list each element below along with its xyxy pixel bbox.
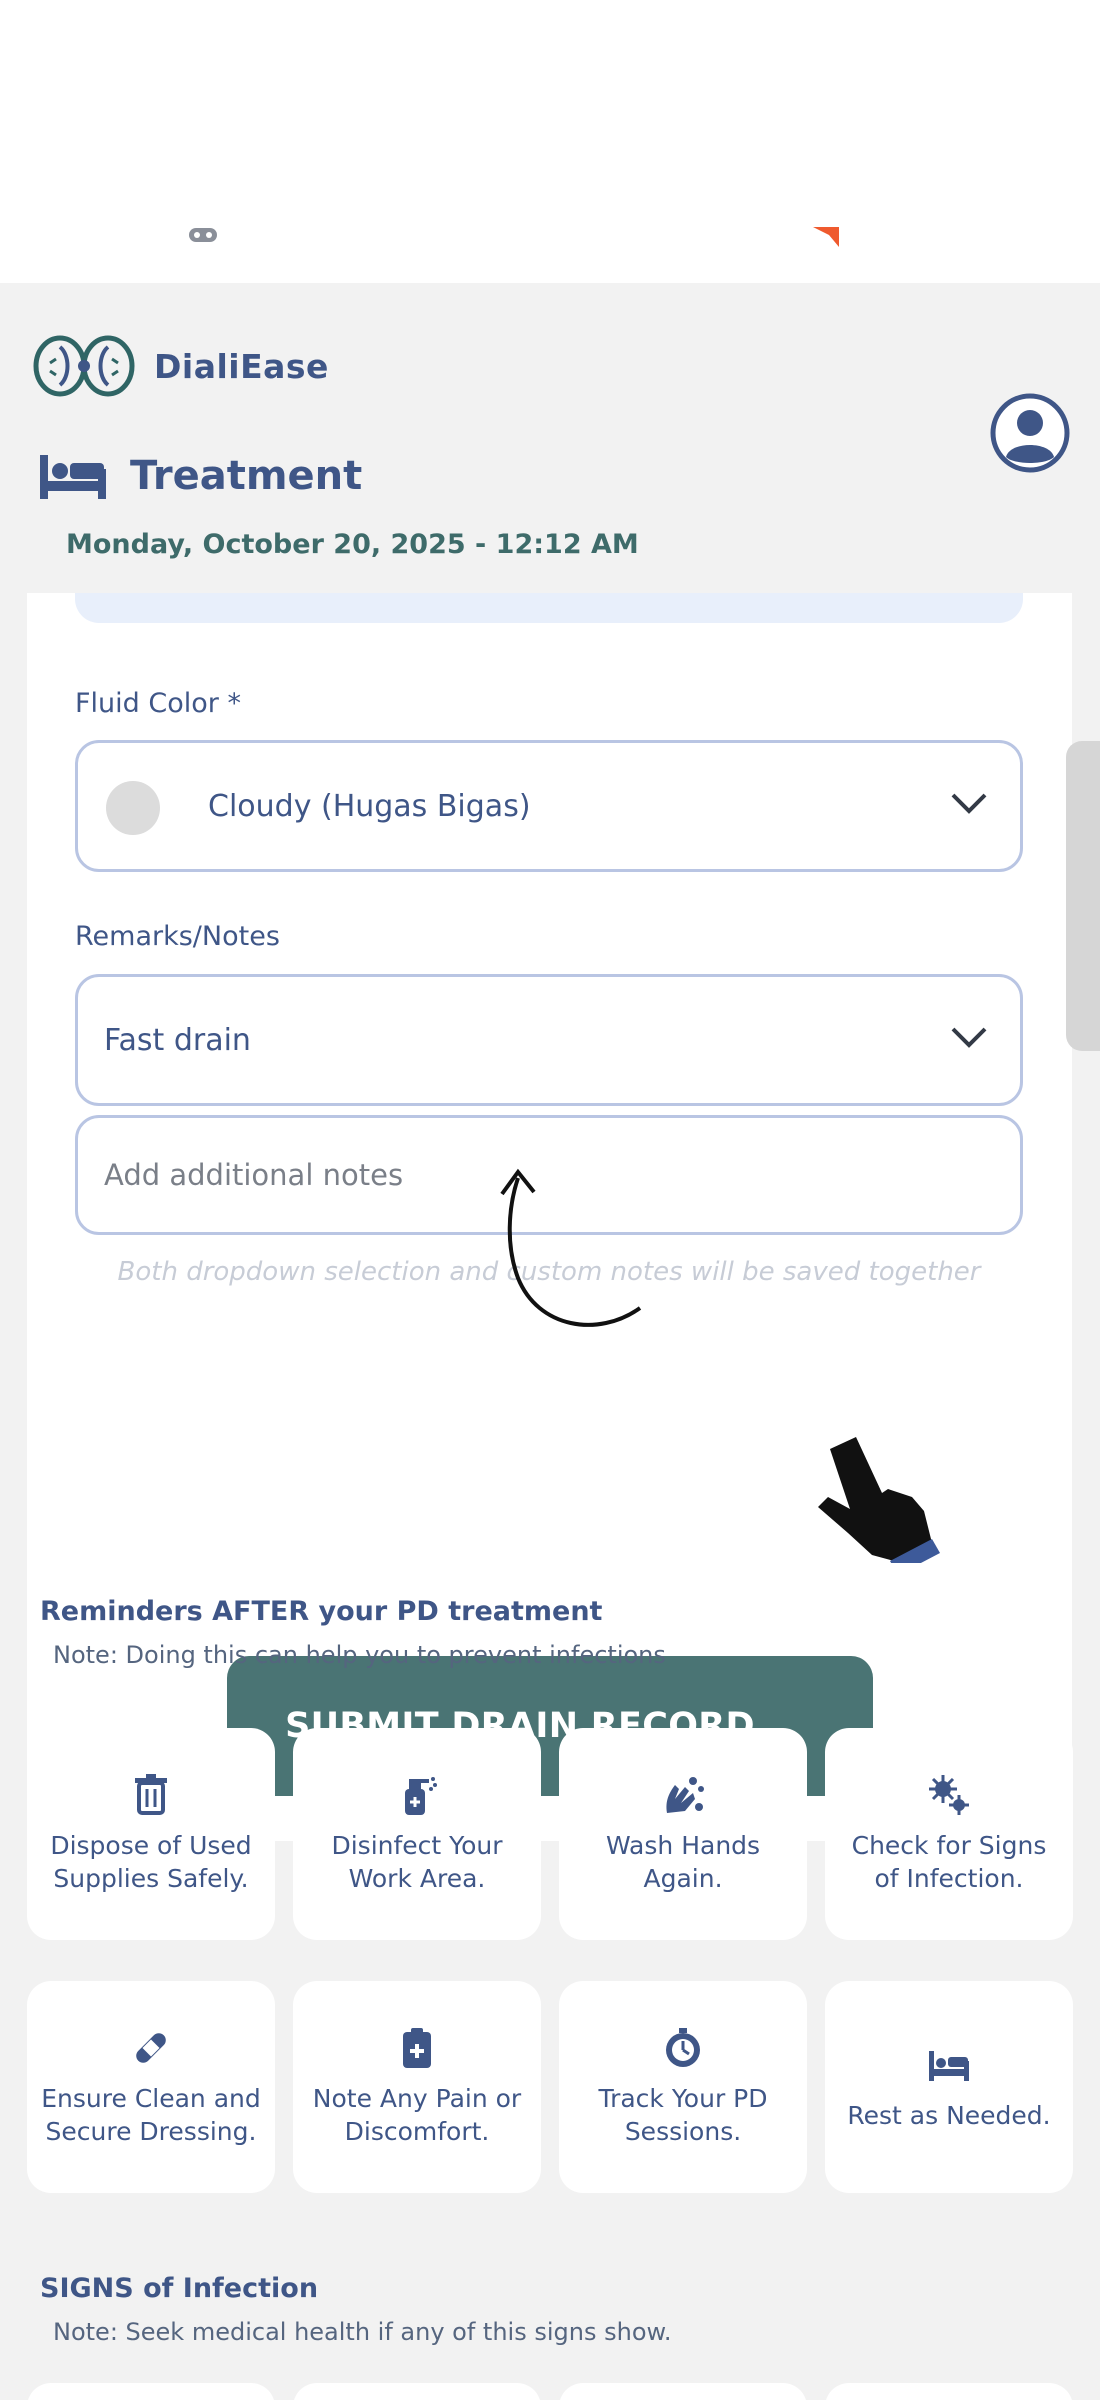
medical-clipboard-icon (403, 2028, 431, 2068)
fluid-color-value: Cloudy (Hugas Bigas) (208, 788, 531, 824)
fluid-color-label: Fluid Color * (75, 688, 241, 719)
signs-tile (825, 2383, 1073, 2400)
stopwatch-icon (666, 2028, 700, 2067)
reminder-tile-pain: Note Any Pain or Discomfort. (293, 1981, 541, 2193)
fluid-color-swatch (106, 781, 160, 835)
reminder-label: Rest as Needed. (847, 2100, 1051, 2130)
reminder-tile-dispose: Dispose of Used Supplies Safely. (27, 1728, 275, 1940)
reminder-label: Check for Signs of Infection. (851, 1831, 1047, 1893)
signs-title: SIGNS of Infection (40, 2273, 319, 2304)
chevron-down-icon (951, 1027, 987, 1048)
page-title: Treatment (38, 451, 362, 501)
bed-icon (929, 2050, 969, 2081)
hand-wash-icon (666, 1777, 704, 1813)
remarks-value: Fast drain (104, 1022, 251, 1058)
remarks-label: Remarks/Notes (75, 921, 280, 952)
reminder-label: Ensure Clean and Secure Dressing. (41, 2084, 261, 2146)
signs-tile (293, 2383, 541, 2400)
session-datetime: Monday, October 20, 2025 - 12:12 AM (66, 529, 639, 560)
reminder-label: Track Your PD Sessions. (598, 2084, 768, 2146)
reminder-label: Wash Hands Again. (605, 1831, 761, 1893)
reminder-tile-rest: Rest as Needed. (825, 1981, 1073, 2193)
signs-tile (559, 2383, 807, 2400)
fluid-color-select[interactable]: Cloudy (Hugas Bigas) (75, 740, 1023, 872)
bed-icon (40, 455, 106, 499)
signs-note: Note: Seek medical health if any of this… (53, 2318, 672, 2346)
reminders-note: Note: Doing this can help you to prevent… (53, 1641, 666, 1669)
spray-bottle-icon (405, 1777, 437, 1815)
page-title-text: Treatment (130, 453, 363, 499)
reminder-tile-track: Track Your PD Sessions. (559, 1981, 807, 2193)
reminder-tile-check-infection: Check for Signs of Infection. (825, 1728, 1073, 1940)
reminder-tile-wash-hands: Wash Hands Again. (559, 1728, 807, 1940)
reminder-tile-dressing: Ensure Clean and Secure Dressing. (27, 1981, 275, 2193)
notification-flag-icon (813, 227, 839, 247)
status-bar (0, 0, 1100, 283)
trash-icon (135, 1774, 167, 1815)
reminder-label: Dispose of Used Supplies Safely. (50, 1831, 252, 1893)
reminder-tile-disinfect: Disinfect Your Work Area. (293, 1728, 541, 1940)
curved-arrow-icon (500, 1168, 642, 1327)
reminder-label: Note Any Pain or Discomfort. (312, 2084, 522, 2146)
signs-tile (27, 2383, 275, 2400)
virus-icon (929, 1775, 969, 1815)
chevron-down-icon (951, 793, 987, 814)
previous-field-bottom (75, 593, 1023, 623)
tap-hand-icon (789, 1396, 940, 1563)
bandage-icon (136, 2033, 166, 2063)
remarks-select[interactable]: Fast drain (75, 974, 1023, 1106)
brand: DialiEase (32, 333, 329, 399)
kidney-logo-icon (33, 335, 135, 397)
gamepad-icon (189, 228, 217, 242)
reminders-title: Reminders AFTER your PD treatment (40, 1596, 603, 1627)
app-name: DialiEase (154, 346, 329, 386)
scrollbar-thumb[interactable] (1066, 741, 1100, 1051)
reminder-label: Disinfect Your Work Area. (331, 1831, 503, 1893)
app-screen: DialiEase Treatment Monday, October 20, … (0, 283, 1100, 2400)
profile-avatar-icon[interactable] (990, 393, 1070, 473)
